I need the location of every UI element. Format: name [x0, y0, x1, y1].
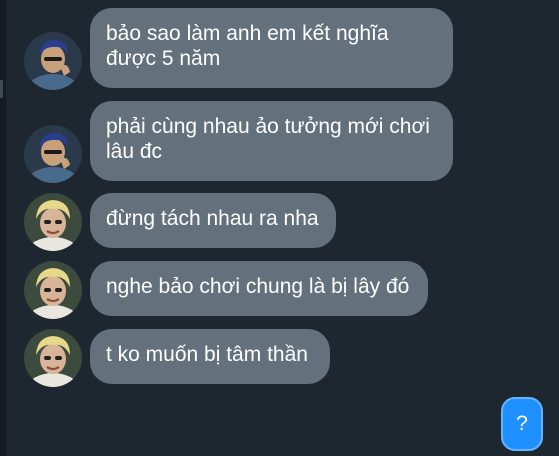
- help-icon: ?: [516, 412, 528, 435]
- help-button[interactable]: ?: [501, 397, 543, 451]
- message-bubble: nghe bảo chơi chung là bị lây đó: [90, 261, 428, 316]
- avatar[interactable]: [24, 125, 82, 183]
- avatar[interactable]: [24, 193, 82, 251]
- message-text-line: phải cùng nhau ảo tưởng mới chơi: [106, 115, 430, 138]
- avatar[interactable]: [24, 329, 82, 387]
- message-bubble: đừng tách nhau ra nha: [90, 193, 336, 248]
- left-edge-bar: [0, 0, 6, 456]
- message-text-line: t ko muốn bị tâm thần: [106, 343, 308, 366]
- message-text-line: nghe bảo chơi chung là bị lây đó: [106, 275, 410, 298]
- message-bubble: bảo sao làm anh em kết nghĩa được 5 năm: [90, 8, 453, 88]
- avatar[interactable]: [24, 261, 82, 319]
- avatar[interactable]: [24, 32, 82, 90]
- message-text-line: được 5 năm: [106, 47, 221, 70]
- message-bubble: phải cùng nhau ảo tưởng mới chơi lâu đc: [90, 101, 453, 181]
- message-text-line: lâu đc: [106, 140, 163, 163]
- message-text-line: bảo sao làm anh em kết nghĩa: [106, 22, 389, 45]
- message-bubble: t ko muốn bị tâm thần: [90, 329, 330, 384]
- left-edge-marker: [0, 80, 3, 98]
- message-text-line: đừng tách nhau ra nha: [106, 207, 319, 230]
